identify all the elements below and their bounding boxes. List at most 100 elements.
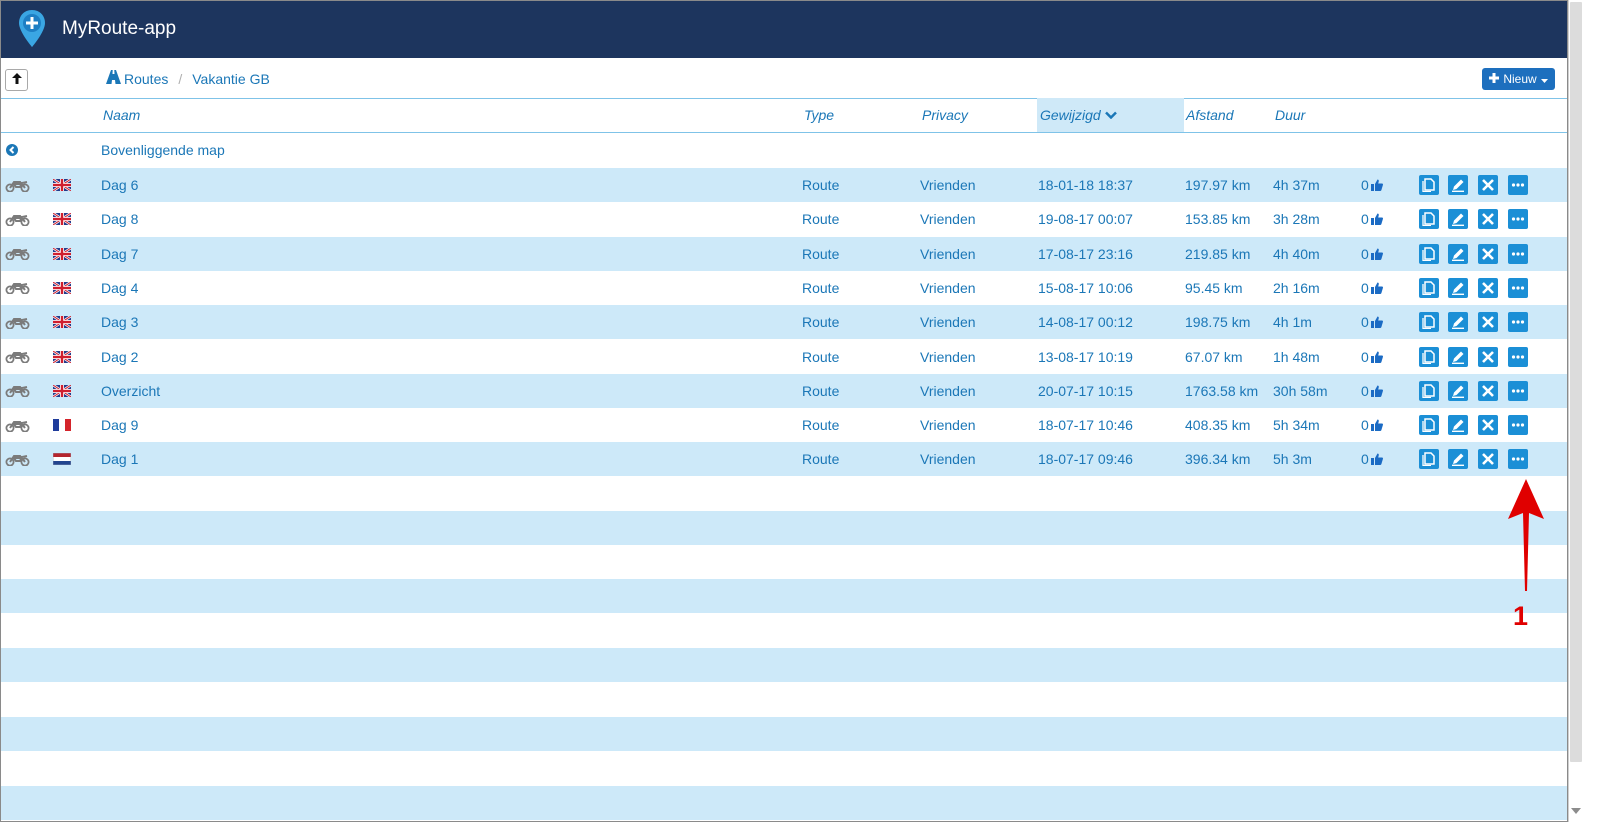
column-header-distance[interactable]: Afstand — [1186, 98, 1233, 132]
route-name[interactable]: Overzicht — [101, 374, 160, 408]
more-button[interactable] — [1508, 415, 1528, 436]
edit-button[interactable] — [1448, 175, 1468, 195]
likes-count: 0 — [1361, 382, 1369, 399]
likes[interactable]: 0 — [1361, 168, 1383, 202]
delete-button[interactable] — [1478, 415, 1498, 436]
route-name[interactable]: Dag 1 — [101, 442, 138, 476]
delete-button[interactable] — [1478, 175, 1498, 195]
breadcrumb-routes-link[interactable]: Routes — [124, 71, 168, 87]
column-header-type[interactable]: Type — [804, 98, 834, 132]
route-name[interactable]: Dag 9 — [101, 408, 138, 442]
likes[interactable]: 0 — [1361, 408, 1383, 442]
table-row[interactable]: Dag 9 Route Vrienden 18-07-17 10:46 408.35 k… — [1, 408, 1567, 442]
route-distance: 396.34 km — [1185, 451, 1251, 468]
empty-row — [1, 717, 1567, 751]
route-name[interactable]: Dag 4 — [101, 271, 138, 305]
likes[interactable]: 0 — [1361, 237, 1383, 271]
table-row[interactable]: Dag 7 Route Vrienden 17-08-17 23:16 219.85 k… — [1, 236, 1567, 271]
parent-folder-button[interactable] — [5, 69, 28, 91]
scrollbar-thumb[interactable] — [1570, 2, 1582, 762]
delete-icon — [1481, 281, 1495, 295]
flag-gb-icon — [53, 271, 71, 305]
column-header-privacy[interactable]: Privacy — [922, 98, 968, 132]
route-privacy: Vrienden — [920, 211, 976, 228]
copy-button[interactable] — [1419, 312, 1439, 333]
more-button[interactable] — [1508, 346, 1528, 367]
table-row[interactable]: Dag 4 Route Vrienden 15-08-17 10:06 95.45 km… — [1, 271, 1567, 305]
copy-button[interactable] — [1419, 415, 1439, 436]
likes[interactable]: 0 — [1361, 305, 1383, 339]
route-name[interactable]: Dag 8 — [101, 202, 138, 236]
edit-button[interactable] — [1448, 312, 1468, 333]
delete-button[interactable] — [1478, 277, 1498, 298]
table-row[interactable]: Dag 6 Route Vrienden 18-01-18 18:37 197.97 k… — [1, 168, 1567, 202]
delete-button[interactable] — [1478, 312, 1498, 333]
route-name[interactable]: Dag 7 — [101, 237, 138, 271]
edit-button[interactable] — [1448, 209, 1468, 230]
edit-button[interactable] — [1448, 449, 1468, 470]
route-name[interactable]: Dag 6 — [101, 168, 138, 202]
more-button[interactable] — [1508, 449, 1528, 470]
table-row[interactable]: Dag 1 Route Vrienden 18-07-17 09:46 396.34 k… — [1, 442, 1567, 477]
route-distance: 95.45 km — [1185, 279, 1243, 296]
copy-button[interactable] — [1419, 380, 1439, 401]
more-button[interactable] — [1508, 380, 1528, 401]
likes[interactable]: 0 — [1361, 271, 1383, 305]
vertical-scrollbar[interactable] — [1568, 0, 1599, 838]
copy-icon — [1422, 418, 1436, 433]
more-icon — [1511, 281, 1525, 295]
column-header-name[interactable]: Naam — [103, 98, 140, 132]
column-header-duration[interactable]: Duur — [1275, 98, 1305, 132]
route-type: Route — [802, 382, 840, 399]
more-button[interactable] — [1508, 175, 1528, 195]
edit-button[interactable] — [1448, 277, 1468, 298]
edit-button[interactable] — [1448, 243, 1468, 264]
likes-count: 0 — [1361, 279, 1369, 296]
route-distance: 219.85 km — [1185, 245, 1251, 262]
route-privacy: Vrienden — [920, 451, 976, 468]
route-name[interactable]: Dag 2 — [101, 340, 138, 374]
delete-button[interactable] — [1478, 346, 1498, 367]
copy-icon — [1422, 281, 1436, 295]
back-circle-icon — [6, 133, 18, 167]
delete-button[interactable] — [1478, 449, 1498, 470]
edit-button[interactable] — [1448, 380, 1468, 401]
more-button[interactable] — [1508, 312, 1528, 333]
likes[interactable]: 0 — [1361, 340, 1383, 374]
new-button[interactable]: Nieuw — [1482, 68, 1555, 90]
more-button[interactable] — [1508, 277, 1528, 298]
route-type: Route — [802, 348, 840, 365]
more-button[interactable] — [1508, 243, 1528, 264]
delete-icon — [1481, 247, 1495, 261]
motorcycle-icon — [5, 408, 30, 442]
table-row[interactable]: Overzicht Route Vrienden 20-07-17 10:15 1763… — [1, 373, 1567, 408]
delete-button[interactable] — [1478, 209, 1498, 230]
edit-icon — [1451, 384, 1465, 398]
parent-folder-label[interactable]: Bovenliggende map — [101, 133, 225, 167]
table-row[interactable]: Dag 8 Route Vrienden 19-08-17 00:07 153.85 k… — [1, 202, 1567, 236]
column-header-modified[interactable]: Gewijzigd — [1037, 98, 1184, 132]
more-button[interactable] — [1508, 209, 1528, 230]
scroll-down-icon[interactable] — [1571, 808, 1581, 814]
copy-button[interactable] — [1419, 209, 1439, 230]
likes[interactable]: 0 — [1361, 442, 1383, 476]
copy-button[interactable] — [1419, 449, 1439, 470]
copy-button[interactable] — [1419, 277, 1439, 298]
delete-button[interactable] — [1478, 243, 1498, 264]
route-modified: 17-08-17 23:16 — [1038, 245, 1133, 262]
breadcrumb-current[interactable]: Vakantie GB — [192, 71, 270, 87]
edit-button[interactable] — [1448, 415, 1468, 436]
likes[interactable]: 0 — [1361, 374, 1383, 408]
likes[interactable]: 0 — [1361, 202, 1383, 236]
motorcycle-icon — [5, 168, 30, 202]
copy-button[interactable] — [1419, 175, 1439, 195]
table-row[interactable]: Dag 3 Route Vrienden 14-08-17 00:12 198.75 k… — [1, 305, 1567, 340]
edit-button[interactable] — [1448, 346, 1468, 367]
arrow-up-icon — [11, 71, 22, 89]
copy-button[interactable] — [1419, 243, 1439, 264]
route-name[interactable]: Dag 3 — [101, 305, 138, 339]
delete-button[interactable] — [1478, 380, 1498, 401]
copy-button[interactable] — [1419, 346, 1439, 367]
table-row[interactable]: Dag 2 Route Vrienden 13-08-17 10:19 67.07 km… — [1, 340, 1567, 374]
parent-folder-row[interactable]: Bovenliggende map — [1, 133, 1567, 167]
